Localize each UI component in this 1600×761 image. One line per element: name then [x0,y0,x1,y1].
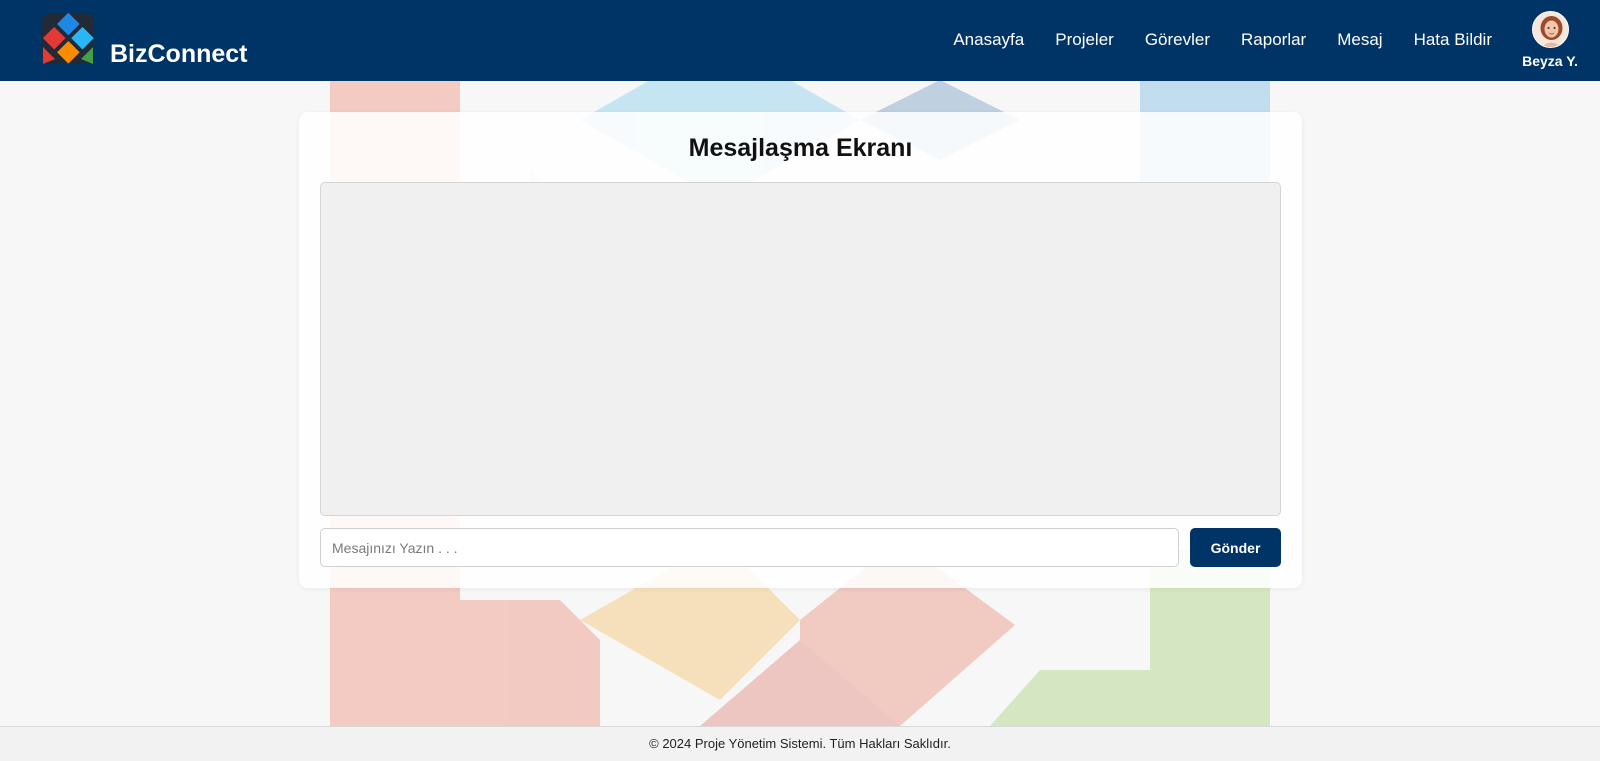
messaging-card: Mesajlaşma Ekranı Gönder [299,112,1302,588]
user-avatar[interactable] [1531,11,1569,48]
nav-link-anasayfa[interactable]: Anasayfa [953,30,1024,50]
user-profile[interactable]: Beyza Y. [1518,11,1582,69]
send-button[interactable]: Gönder [1190,528,1281,567]
page-title: Mesajlaşma Ekranı [688,134,913,162]
brand-name[interactable]: BizConnect [110,40,248,69]
nav-link-gorevler[interactable]: Görevler [1145,30,1210,50]
message-input[interactable] [320,528,1179,567]
user-name[interactable]: Beyza Y. [1518,53,1582,69]
top-navbar: BizConnect Anasayfa Projeler Görevler Ra… [0,0,1600,81]
nav-link-projeler[interactable]: Projeler [1055,30,1114,50]
page-footer: © 2024 Proje Yönetim Sistemi. Tüm Haklar… [0,726,1600,761]
nav-link-hata-bildir[interactable]: Hata Bildir [1414,30,1492,50]
bizconnect-logo-icon[interactable] [41,12,95,65]
nav-link-mesaj[interactable]: Mesaj [1337,30,1382,50]
footer-text: © 2024 Proje Yönetim Sistemi. Tüm Haklar… [649,736,951,751]
messages-area[interactable] [320,182,1281,516]
main-nav: Anasayfa Projeler Görevler Raporlar Mesa… [922,30,1492,50]
nav-link-raporlar[interactable]: Raporlar [1241,30,1306,50]
